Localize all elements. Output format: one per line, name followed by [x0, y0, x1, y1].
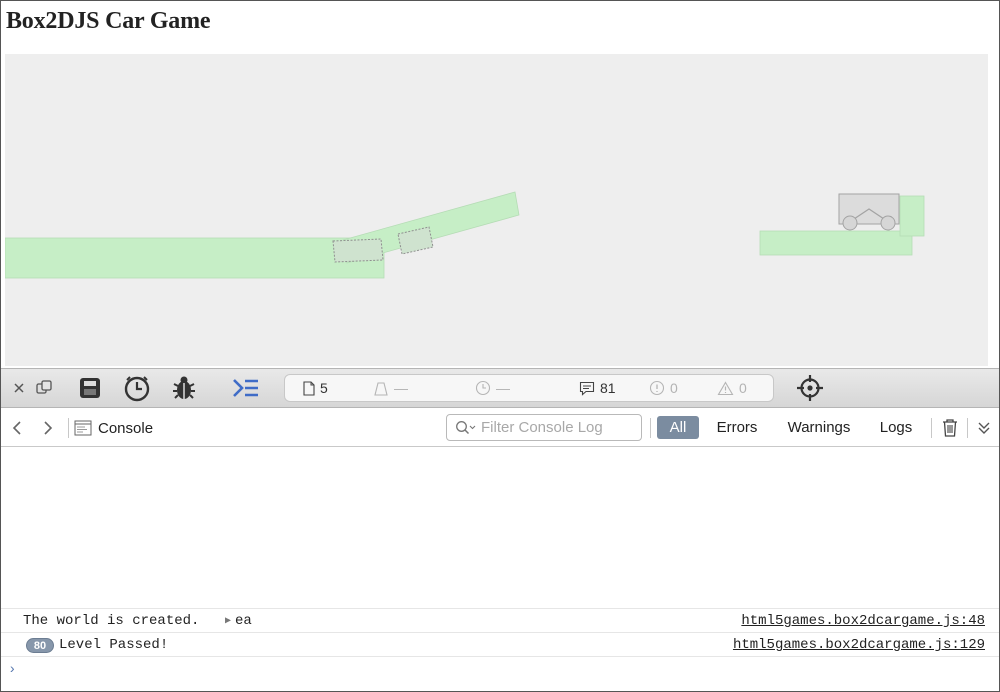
close-icon[interactable]	[7, 373, 31, 403]
disclosure-triangle-icon: ▶	[225, 616, 232, 627]
timelines-icon[interactable]	[122, 373, 152, 403]
filter-console-field[interactable]	[446, 414, 642, 441]
error-icon	[649, 380, 665, 396]
console-prompt-input[interactable]	[25, 659, 985, 681]
scope-warnings-button[interactable]: Warnings	[779, 416, 859, 439]
divider	[650, 418, 651, 438]
errors-status[interactable]: 0	[649, 375, 678, 401]
console-tab-icon	[74, 420, 92, 436]
console-tab-label: Console	[98, 419, 154, 437]
debugger-icon[interactable]	[169, 373, 199, 403]
page-title: Box2DJS Car Game	[6, 8, 211, 34]
resources-status[interactable]: 5	[303, 375, 328, 401]
console-prompt-row[interactable]: ›	[1, 656, 999, 690]
log-message-text: The world is created.	[23, 613, 200, 629]
object-label: ea	[235, 613, 252, 629]
finish-block	[899, 195, 925, 237]
chevron-down-double-icon[interactable]	[973, 417, 995, 439]
log-source-link[interactable]: html5games.box2dcargame.js:48	[741, 613, 985, 629]
scope-all-button[interactable]: All	[657, 416, 699, 439]
console-tab[interactable]: Console	[74, 417, 153, 439]
clock-icon	[475, 380, 491, 396]
scope-errors-button[interactable]: Errors	[709, 416, 765, 439]
load-size-value: —	[394, 380, 408, 396]
game-world	[5, 191, 925, 279]
log-message-row[interactable]: The world is created. ▶ ea html5games.bo…	[1, 608, 999, 632]
car-wheel-left	[842, 215, 858, 231]
log-message-text: Level Passed!	[59, 637, 169, 653]
car	[838, 193, 900, 231]
divider	[967, 418, 968, 438]
scope-logs-button[interactable]: Logs	[871, 416, 921, 439]
object-disclosure[interactable]: ▶ ea	[225, 613, 252, 629]
divider	[68, 418, 69, 438]
box-body-1	[332, 238, 384, 263]
errors-count: 0	[670, 380, 678, 396]
warnings-status[interactable]: 0	[717, 375, 747, 401]
ground-left	[5, 237, 385, 279]
divider	[931, 418, 932, 438]
back-arrow-icon[interactable]	[6, 417, 28, 439]
ground-right	[759, 230, 913, 256]
log-source-link[interactable]: html5games.box2dcargame.js:129	[733, 637, 985, 653]
warnings-count: 0	[739, 380, 747, 396]
repeat-count-badge: 80	[26, 638, 54, 653]
prompt-chevron-icon: ›	[8, 662, 17, 678]
load-size-status[interactable]: —	[373, 375, 408, 401]
storage-icon[interactable]	[75, 373, 105, 403]
load-time-value: —	[496, 380, 510, 396]
logs-status[interactable]: 81	[579, 375, 616, 401]
document-icon	[303, 380, 315, 396]
resources-count: 5	[320, 380, 328, 396]
console-icon[interactable]	[231, 373, 261, 403]
logs-count: 81	[600, 380, 616, 396]
filter-console-input[interactable]	[481, 419, 641, 436]
car-wheel-right	[880, 215, 896, 231]
inspect-target-icon[interactable]	[795, 373, 825, 403]
console-log[interactable]: The world is created. ▶ ea html5games.bo…	[1, 448, 999, 691]
inspector-toolbar: 5 — — 81 0 0	[1, 368, 999, 408]
console-nav-bar: Console All Errors Warnings Logs	[1, 409, 999, 447]
undock-icon[interactable]	[31, 373, 57, 403]
activity-status-bar: 5 — — 81 0 0	[284, 374, 774, 402]
load-time-status[interactable]: —	[475, 375, 510, 401]
warning-icon	[717, 380, 734, 395]
trash-icon[interactable]	[938, 417, 962, 439]
search-icon	[456, 420, 476, 434]
forward-arrow-icon[interactable]	[37, 417, 59, 439]
game-canvas[interactable]	[5, 54, 988, 366]
weight-icon	[374, 381, 388, 396]
message-icon	[579, 381, 595, 396]
log-message-row[interactable]: 80 Level Passed! html5games.box2dcargame…	[1, 632, 999, 656]
